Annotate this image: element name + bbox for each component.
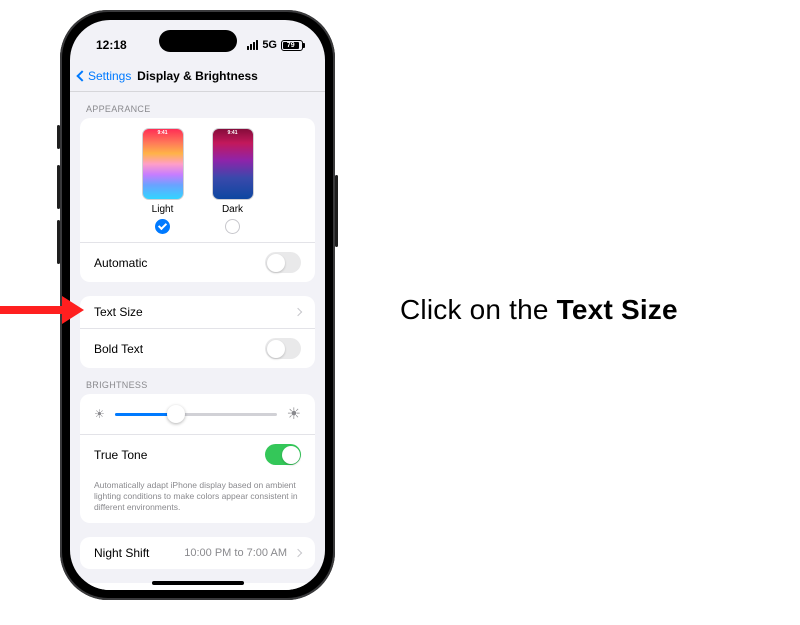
instruction-caption: Click on the Text Size: [400, 294, 678, 326]
theme-label-dark: Dark: [222, 204, 243, 215]
night-shift-detail: 10:00 PM to 7:00 AM: [184, 547, 287, 559]
arrow-right-icon: [62, 296, 84, 324]
true-tone-row[interactable]: True Tone: [80, 434, 315, 474]
bold-text-row[interactable]: Bold Text: [80, 328, 315, 368]
signal-icon: [247, 40, 258, 50]
dark-preview: 9:41: [212, 128, 254, 200]
appearance-group: 9:41 Light 9:41 Dark Automatic: [80, 118, 315, 282]
iphone-frame: 12:18 5G 79 Settings Display & Brightnes…: [60, 10, 335, 600]
theme-option-dark[interactable]: 9:41 Dark: [212, 128, 254, 234]
text-size-row[interactable]: Text Size: [80, 296, 315, 328]
status-time: 12:18: [96, 38, 127, 52]
theme-option-light[interactable]: 9:41 Light: [142, 128, 184, 234]
bold-text-label: Bold Text: [94, 342, 143, 356]
brightness-group: ☀︎ ☀︎ True Tone Automatically adapt iPho…: [80, 394, 315, 523]
brightness-slider-row: ☀︎ ☀︎: [80, 394, 315, 434]
battery-percent: 79: [287, 42, 295, 49]
slider-thumb[interactable]: [167, 405, 185, 423]
network-label: 5G: [262, 39, 277, 51]
battery-icon: 79: [281, 40, 303, 51]
instruction-arrow: [0, 296, 84, 324]
theme-label-light: Light: [152, 204, 174, 215]
automatic-toggle[interactable]: [265, 252, 301, 273]
light-preview: 9:41: [142, 128, 184, 200]
radio-light[interactable]: [155, 219, 170, 234]
brightness-slider[interactable]: [115, 413, 277, 416]
nav-bar: Settings Display & Brightness: [70, 60, 325, 92]
caption-prefix: Click on the: [400, 294, 557, 325]
volume-up-button: [57, 165, 60, 209]
content-scroll[interactable]: APPEARANCE 9:41 Light 9:41 Dark: [70, 92, 325, 590]
night-shift-row[interactable]: Night Shift 10:00 PM to 7:00 AM: [80, 537, 315, 569]
text-size-label: Text Size: [94, 305, 143, 319]
silent-switch: [57, 125, 60, 149]
night-shift-group: Night Shift 10:00 PM to 7:00 AM: [80, 537, 315, 569]
back-button[interactable]: Settings: [78, 69, 131, 83]
sun-max-icon: ☀︎: [287, 404, 301, 424]
chevron-left-icon: [76, 70, 87, 81]
volume-down-button: [57, 220, 60, 264]
page-title: Display & Brightness: [137, 69, 258, 83]
radio-dark[interactable]: [225, 219, 240, 234]
screen: 12:18 5G 79 Settings Display & Brightnes…: [70, 20, 325, 590]
chevron-right-icon: [294, 549, 302, 557]
true-tone-label: True Tone: [94, 448, 147, 462]
bold-text-toggle[interactable]: [265, 338, 301, 359]
true-tone-toggle[interactable]: [265, 444, 301, 465]
night-shift-label: Night Shift: [94, 546, 149, 560]
brightness-header: BRIGHTNESS: [70, 368, 325, 394]
text-group: Text Size Bold Text: [80, 296, 315, 368]
side-button: [335, 175, 338, 247]
check-icon: [158, 220, 167, 229]
automatic-row[interactable]: Automatic: [80, 242, 315, 282]
caption-bold: Text Size: [557, 294, 678, 325]
back-label: Settings: [88, 69, 131, 83]
true-tone-footnote: Automatically adapt iPhone display based…: [80, 474, 315, 523]
chevron-right-icon: [294, 308, 302, 316]
dynamic-island: [159, 30, 237, 52]
home-indicator[interactable]: [152, 581, 244, 585]
sun-min-icon: ☀︎: [94, 407, 105, 421]
automatic-label: Automatic: [94, 256, 147, 270]
appearance-header: APPEARANCE: [70, 92, 325, 118]
